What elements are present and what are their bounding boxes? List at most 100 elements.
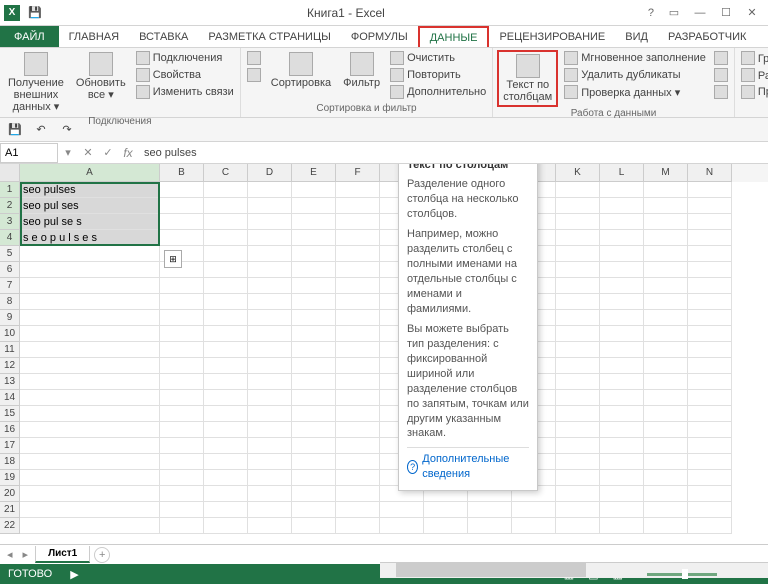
cell[interactable] [160, 294, 204, 310]
cell[interactable] [204, 438, 248, 454]
row-header[interactable]: 16 [0, 422, 20, 438]
cell[interactable] [160, 470, 204, 486]
cell[interactable] [644, 246, 688, 262]
cell[interactable] [688, 310, 732, 326]
cell[interactable] [380, 502, 424, 518]
cell[interactable] [556, 310, 600, 326]
cell[interactable] [160, 214, 204, 230]
spreadsheet-grid[interactable]: ABCDEFGHIJKLMN 1seo pulses2seo pul ses3s… [0, 164, 768, 544]
cell[interactable] [600, 406, 644, 422]
edit-links-button[interactable]: Изменить связи [134, 84, 236, 100]
cell[interactable] [424, 518, 468, 534]
maximize-icon[interactable]: ☐ [714, 4, 738, 22]
cell[interactable] [688, 246, 732, 262]
row-header[interactable]: 8 [0, 294, 20, 310]
cell[interactable] [292, 214, 336, 230]
cell[interactable] [248, 486, 292, 502]
cell[interactable] [160, 342, 204, 358]
help-icon[interactable]: ? [648, 7, 654, 19]
cell[interactable] [644, 278, 688, 294]
redo-button[interactable]: ↷ [58, 121, 76, 139]
cell[interactable] [292, 406, 336, 422]
cell[interactable] [204, 310, 248, 326]
cell[interactable] [20, 262, 160, 278]
cell[interactable] [336, 294, 380, 310]
cell[interactable] [248, 358, 292, 374]
text-to-columns-button[interactable]: Текст по столбцам [497, 50, 558, 107]
cell[interactable] [248, 310, 292, 326]
enter-icon[interactable]: ✓ [98, 146, 118, 159]
cell[interactable] [644, 390, 688, 406]
cell[interactable] [336, 262, 380, 278]
cell[interactable] [600, 294, 644, 310]
connections-button[interactable]: Подключения [134, 50, 236, 66]
cell[interactable] [336, 390, 380, 406]
cell[interactable] [688, 390, 732, 406]
cell[interactable] [600, 198, 644, 214]
namebox-dropdown-icon[interactable]: ▾ [58, 146, 78, 159]
advanced-filter-button[interactable]: Дополнительно [388, 84, 488, 100]
cell[interactable] [556, 198, 600, 214]
cell[interactable] [336, 310, 380, 326]
group-button[interactable]: Группировать ▾ [739, 50, 768, 66]
sort-az-button[interactable] [245, 50, 263, 66]
cell[interactable] [20, 246, 160, 262]
cell[interactable] [644, 326, 688, 342]
cell[interactable] [160, 278, 204, 294]
cell[interactable] [336, 358, 380, 374]
cell[interactable] [292, 342, 336, 358]
row-header[interactable]: 18 [0, 454, 20, 470]
cell[interactable] [20, 294, 160, 310]
cell[interactable] [644, 374, 688, 390]
cell[interactable] [248, 390, 292, 406]
tab-insert[interactable]: ВСТАВКА [129, 26, 198, 47]
cell[interactable] [336, 518, 380, 534]
cell[interactable] [336, 230, 380, 246]
cell[interactable] [204, 454, 248, 470]
cell[interactable] [688, 486, 732, 502]
row-header[interactable]: 2 [0, 198, 20, 214]
relationships-button[interactable] [712, 84, 730, 100]
cell[interactable] [644, 358, 688, 374]
cell[interactable]: seo pul se s [20, 214, 160, 230]
cell[interactable] [556, 502, 600, 518]
cell[interactable] [20, 470, 160, 486]
cell[interactable] [688, 518, 732, 534]
cell[interactable] [248, 214, 292, 230]
row-header[interactable]: 14 [0, 390, 20, 406]
cell[interactable] [556, 438, 600, 454]
cell[interactable] [292, 454, 336, 470]
cell[interactable] [336, 422, 380, 438]
quick-analysis-icon[interactable]: ⊞ [164, 250, 182, 268]
cell[interactable] [204, 518, 248, 534]
cell[interactable] [644, 310, 688, 326]
cell[interactable] [512, 518, 556, 534]
minimize-icon[interactable]: — [688, 4, 712, 22]
cell[interactable] [292, 230, 336, 246]
sort-za-button[interactable] [245, 67, 263, 83]
cell[interactable] [248, 326, 292, 342]
cell[interactable] [556, 374, 600, 390]
cell[interactable] [20, 326, 160, 342]
row-header[interactable]: 22 [0, 518, 20, 534]
tab-layout[interactable]: РАЗМЕТКА СТРАНИЦЫ [198, 26, 340, 47]
cell[interactable] [556, 518, 600, 534]
cell[interactable] [644, 182, 688, 198]
cell[interactable] [336, 246, 380, 262]
cell[interactable] [336, 182, 380, 198]
row-header[interactable]: 15 [0, 406, 20, 422]
cell[interactable] [204, 294, 248, 310]
consolidate-button[interactable] [712, 50, 730, 66]
cell[interactable] [644, 214, 688, 230]
cell[interactable] [644, 518, 688, 534]
cell[interactable] [336, 438, 380, 454]
cell[interactable] [292, 326, 336, 342]
cell[interactable] [600, 214, 644, 230]
cell[interactable] [600, 310, 644, 326]
flash-fill-button[interactable]: Мгновенное заполнение [562, 50, 708, 66]
cell[interactable] [160, 502, 204, 518]
cell[interactable] [204, 214, 248, 230]
sheet-nav-prev-icon[interactable]: ◂ [4, 548, 16, 561]
sheet-tab[interactable]: Лист1 [35, 546, 90, 563]
cell[interactable] [292, 390, 336, 406]
